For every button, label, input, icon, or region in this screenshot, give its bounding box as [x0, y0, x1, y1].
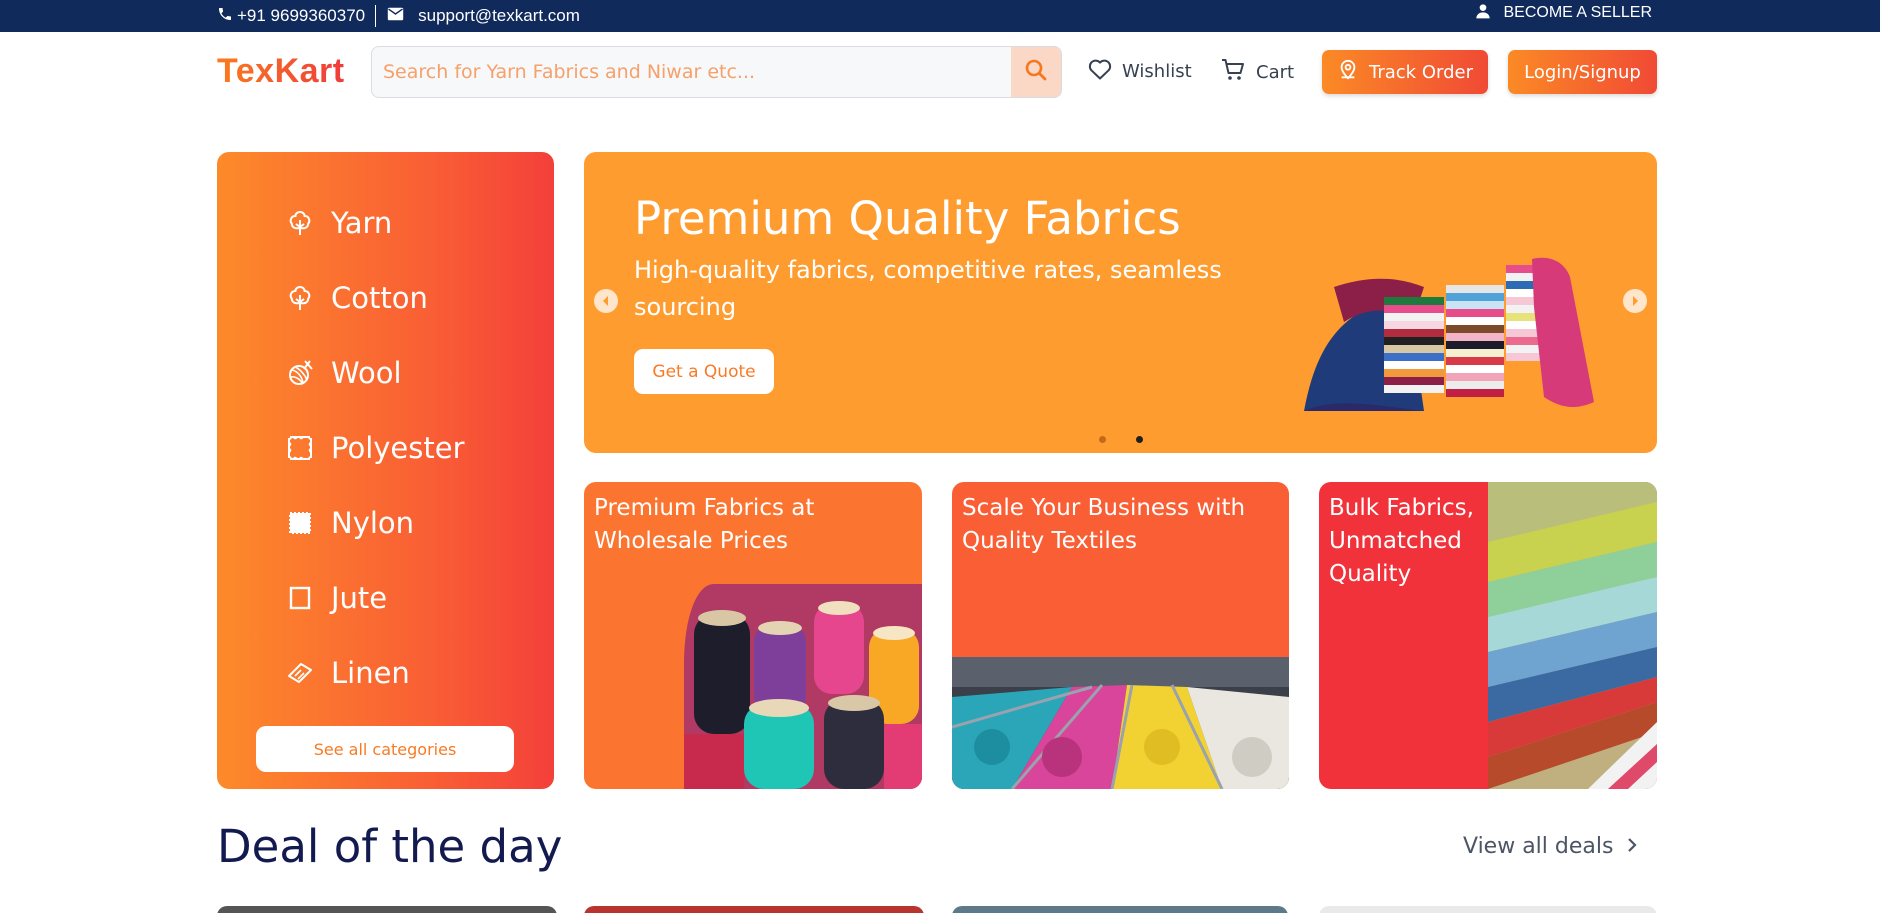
promo-card-wholesale[interactable]: Premium Fabrics at Wholesale Prices — [584, 482, 922, 789]
carousel-dot-1[interactable] — [1099, 436, 1106, 443]
cart-icon — [1221, 58, 1246, 87]
category-item-wool[interactable]: Wool — [285, 356, 402, 390]
hero-title: Premium Quality Fabrics — [634, 192, 1181, 245]
promo-card-bulk-fabrics[interactable]: Bulk Fabrics, Unmatched Quality — [1319, 482, 1657, 789]
login-signup-label: Login/Signup — [1524, 61, 1641, 83]
promo-title: Bulk Fabrics, Unmatched Quality — [1329, 495, 1474, 587]
user-icon — [1475, 3, 1491, 24]
fabric-square-icon — [285, 508, 315, 538]
login-signup-button[interactable]: Login/Signup — [1508, 50, 1657, 94]
top-bar: +91 9699360370 support@texkart.com BECOM… — [0, 0, 1880, 32]
heart-icon — [1088, 58, 1112, 85]
category-item-linen[interactable]: Linen — [285, 656, 410, 690]
phone-contact[interactable]: +91 9699360370 — [217, 6, 365, 27]
deal-card[interactable] — [952, 906, 1288, 913]
carousel-dot-2[interactable] — [1136, 436, 1143, 443]
hero-carousel: Premium Quality Fabrics High-quality fab… — [584, 152, 1657, 453]
email-contact[interactable]: support@texkart.com — [387, 6, 580, 26]
chevron-left-icon — [600, 292, 612, 311]
deal-of-day-heading: Deal of the day — [217, 820, 563, 873]
wishlist-link[interactable]: Wishlist — [1088, 58, 1192, 85]
phone-icon — [217, 6, 233, 27]
cotton-flower-icon — [285, 283, 315, 313]
category-item-cotton[interactable]: Cotton — [285, 281, 428, 315]
track-order-label: Track Order — [1369, 61, 1473, 83]
category-label: Cotton — [331, 281, 428, 315]
fabric-swatch-icon — [285, 433, 315, 463]
category-label: Jute — [331, 581, 388, 615]
chevron-right-icon — [1629, 292, 1641, 311]
fabric-roll-icon — [285, 658, 315, 688]
category-item-yarn[interactable]: Yarn — [285, 206, 392, 240]
category-label: Nylon — [331, 506, 415, 540]
get-quote-button[interactable]: Get a Quote — [634, 349, 774, 394]
deal-card[interactable] — [584, 906, 924, 913]
view-all-deals-label: View all deals — [1463, 834, 1614, 859]
view-all-deals-link[interactable]: View all deals — [1463, 834, 1638, 859]
cart-label: Cart — [1256, 62, 1295, 83]
main-header: TexKart Wishlist Cart Track Order Login/… — [0, 32, 1880, 112]
category-panel: Yarn Cotton Wool Polyester Nylon Jute Li… — [217, 152, 554, 789]
fabric-swatches-image — [1488, 482, 1657, 789]
phone-number: +91 9699360370 — [237, 6, 366, 25]
wishlist-label: Wishlist — [1122, 61, 1192, 82]
mail-icon — [387, 6, 404, 26]
cart-link[interactable]: Cart — [1221, 58, 1294, 87]
cotton-flower-icon — [285, 208, 315, 238]
yarn-spools-image — [684, 584, 922, 789]
fabric-frame-icon — [285, 583, 315, 613]
category-label: Yarn — [331, 206, 393, 240]
chevron-right-icon — [1627, 834, 1638, 859]
category-label: Wool — [331, 356, 402, 390]
category-label: Linen — [331, 656, 410, 690]
promo-title: Scale Your Business with Quality Textile… — [962, 495, 1246, 554]
deal-card[interactable] — [1319, 906, 1657, 913]
email-address: support@texkart.com — [418, 6, 580, 25]
see-all-categories-button[interactable]: See all categories — [256, 726, 514, 772]
category-label: Polyester — [331, 431, 465, 465]
search-button[interactable] — [1011, 47, 1061, 97]
promo-card-scale-business[interactable]: Scale Your Business with Quality Textile… — [952, 482, 1289, 789]
search-input[interactable] — [372, 47, 1011, 97]
deal-card[interactable] — [217, 906, 557, 913]
become-seller-label: BECOME A SELLER — [1503, 4, 1652, 21]
promo-title: Premium Fabrics at Wholesale Prices — [594, 495, 815, 554]
hero-subtitle: High-quality fabrics, competitive rates,… — [634, 256, 1222, 321]
track-order-button[interactable]: Track Order — [1322, 50, 1488, 94]
divider — [375, 5, 377, 27]
category-item-polyester[interactable]: Polyester — [285, 431, 465, 465]
carousel-prev-button[interactable] — [594, 289, 618, 313]
become-seller-link[interactable]: BECOME A SELLER — [1475, 0, 1652, 26]
textile-factory-image — [952, 657, 1289, 789]
yarn-ball-icon — [285, 358, 315, 388]
fabric-stack-image — [1304, 257, 1594, 411]
contact-info: +91 9699360370 support@texkart.com — [217, 0, 580, 32]
search-bar — [371, 46, 1062, 98]
category-item-jute[interactable]: Jute — [285, 581, 387, 615]
site-logo[interactable]: TexKart — [217, 52, 345, 91]
location-pin-icon — [1337, 59, 1359, 86]
category-item-nylon[interactable]: Nylon — [285, 506, 414, 540]
carousel-next-button[interactable] — [1623, 289, 1647, 313]
search-icon — [1024, 58, 1048, 86]
